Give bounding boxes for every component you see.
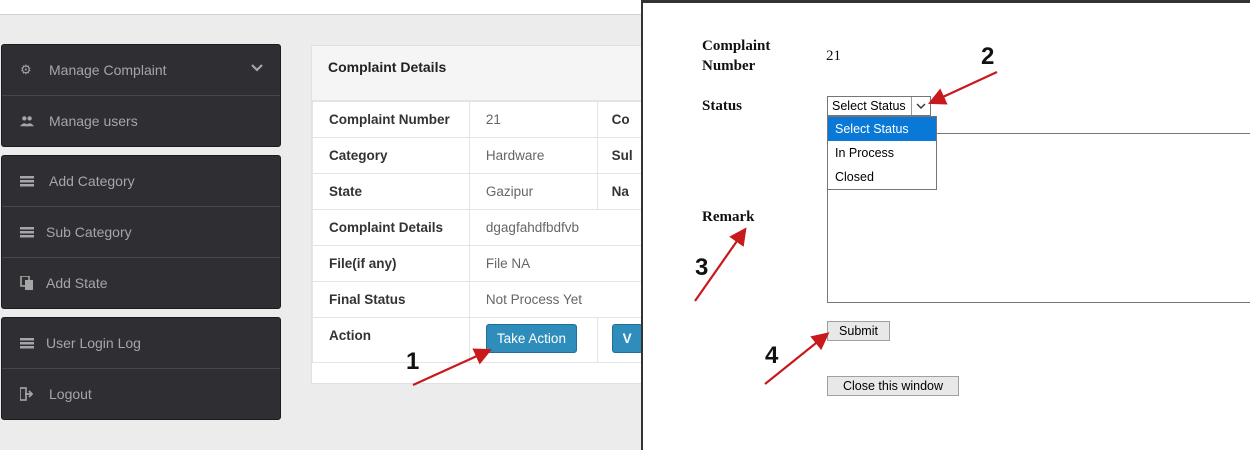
row-value: File NA [468, 245, 653, 282]
table-row: Category Hardware Sul [312, 137, 653, 174]
remark-label: Remark [702, 209, 755, 225]
list-icon [20, 227, 34, 238]
row-key: Category [312, 137, 470, 174]
complaint-number-value: 21 [826, 48, 841, 64]
complaint-number-label-line1: Complaint [702, 38, 771, 54]
gear-icon: ⚙ [20, 62, 32, 77]
update-status-window: Complaint Number 21 Status Select Status… [641, 0, 1250, 450]
chevron-down-icon[interactable] [250, 61, 264, 75]
row-key: Action [312, 317, 470, 363]
row-key: State [312, 173, 470, 210]
sidebar-group-complaints: ⚙ Manage Complaint Manage users [1, 44, 281, 147]
sidebar-item-manage-complaint[interactable]: ⚙ Manage Complaint [2, 45, 280, 96]
table-row: State Gazipur Na [312, 173, 653, 210]
status-select-value: Select Status [832, 99, 906, 113]
chevron-down-icon [916, 103, 926, 109]
row-value: 21 [468, 101, 598, 138]
table-row: Complaint Number 21 Co [312, 101, 653, 138]
row-action-cell: Take Action [468, 317, 598, 363]
annotation-number-1: 1 [406, 348, 420, 375]
view-button[interactable]: V [611, 324, 643, 353]
status-option-select-status[interactable]: Select Status [828, 117, 936, 141]
status-dropdown-list: Select Status In Process Closed [827, 116, 937, 190]
panel-header: Complaint Details [312, 46, 652, 101]
status-label: Status [702, 98, 743, 114]
table-row: File(if any) File NA [312, 245, 653, 282]
row-value: dgagfahdfbdfvb [468, 209, 653, 246]
sidebar-item-add-category[interactable]: Add Category [2, 156, 280, 207]
table-row: Action Take Action V [312, 317, 653, 363]
sidebar-item-label: Add Category [49, 173, 135, 189]
sidebar-item-label: Add State [46, 275, 108, 291]
sidebar-group-account: User Login Log Logout [1, 317, 281, 420]
select-dropdown-button[interactable] [911, 97, 930, 115]
sign-out-icon [20, 387, 34, 401]
sidebar-item-label: Logout [49, 386, 92, 402]
row-key: Complaint Details [312, 209, 470, 246]
sidebar-item-user-login-log[interactable]: User Login Log [2, 318, 280, 369]
take-action-button[interactable]: Take Action [485, 324, 577, 353]
sidebar-item-label: Sub Category [46, 224, 132, 240]
panel-title: Complaint Details [328, 59, 447, 75]
sidebar-item-label: Manage users [49, 113, 138, 129]
row-value: Gazipur [468, 173, 598, 210]
sidebar-group-categories: Add Category Sub Category Add State [1, 155, 281, 309]
users-icon [20, 116, 34, 127]
table-row: Final Status Not Process Yet [312, 281, 653, 318]
sidebar-item-sub-category[interactable]: Sub Category [2, 207, 280, 258]
row-key: Final Status [312, 281, 470, 318]
copy-icon [20, 276, 33, 290]
sidebar-item-label: Manage Complaint [49, 62, 167, 78]
close-window-button[interactable]: Close this window [827, 376, 959, 396]
status-option-closed[interactable]: Closed [828, 165, 936, 189]
sidebar-item-add-state[interactable]: Add State [2, 258, 280, 308]
row-value: Not Process Yet [468, 281, 653, 318]
annotation-number-4: 4 [765, 342, 779, 369]
complaint-details-table: Complaint Number 21 Co Category Hardware… [312, 101, 653, 363]
row-value: Hardware [468, 137, 598, 174]
row-key: Complaint Number [312, 101, 470, 138]
submit-button[interactable]: Submit [827, 321, 890, 341]
sidebar-item-label: User Login Log [46, 335, 141, 351]
complaint-details-panel: Complaint Details Complaint Number 21 Co… [311, 45, 653, 384]
list-icon [20, 176, 34, 187]
annotation-number-2: 2 [981, 43, 995, 70]
status-option-in-process[interactable]: In Process [828, 141, 936, 165]
row-key: File(if any) [312, 245, 470, 282]
annotation-number-3: 3 [695, 254, 709, 281]
list-icon [20, 338, 34, 349]
sidebar-item-manage-users[interactable]: Manage users [2, 96, 280, 146]
complaint-number-label-line2: Number [702, 58, 756, 74]
table-row: Complaint Details dgagfahdfbdfvb [312, 209, 653, 246]
sidebar-item-logout[interactable]: Logout [2, 369, 280, 419]
status-select[interactable]: Select Status [827, 96, 931, 116]
